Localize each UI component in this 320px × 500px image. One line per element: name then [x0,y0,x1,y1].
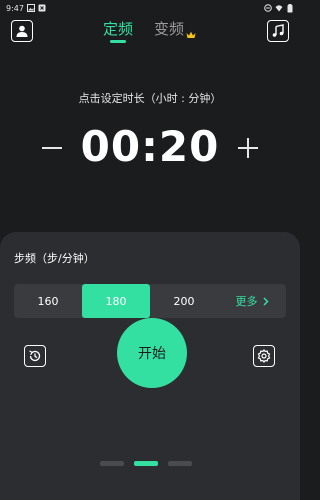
cadence-option-180[interactable]: 180 [82,284,150,318]
more-label: 更多 [235,295,258,308]
increase-button[interactable] [238,138,258,158]
page-dot[interactable] [100,461,124,466]
cadence-option-160[interactable]: 160 [14,284,82,318]
do-not-disturb-icon [264,4,272,12]
tab-fixed-frequency[interactable]: 定频 [103,18,133,39]
cadence-selector: 160 180 200 更多 [14,284,286,318]
battery-icon [286,3,294,12]
start-label: 开始 [138,346,166,362]
cadence-more-button[interactable]: 更多 [218,284,286,318]
crown-icon [186,24,196,38]
wifi-icon [275,4,283,12]
music-note-icon [271,24,285,38]
top-bar: 定频 变频 [0,16,300,46]
page-dot[interactable] [168,461,192,466]
app-notification-icon [38,4,46,12]
chevron-right-icon [262,296,269,306]
music-button[interactable] [267,20,289,42]
timer-row: 00:20 [0,120,300,176]
start-button[interactable]: 开始 [117,318,187,388]
image-notification-icon [26,4,35,12]
timer-hint: 点击设定时长（小时 : 分钟） [78,92,222,105]
page-dot-active[interactable] [134,461,158,466]
history-button[interactable] [24,345,46,367]
cadence-option-200[interactable]: 200 [150,284,218,318]
control-panel: 步频（步/分钟） 160 180 200 更多 开始 [0,232,300,500]
cadence-label: 步频（步/分钟） [14,252,95,265]
status-time: 9:47 [6,3,24,13]
active-tab-indicator [110,40,126,43]
page-indicator [0,461,300,467]
settings-button[interactable] [253,345,275,367]
mode-tabs: 定频 变频 [0,16,300,46]
history-icon [28,349,42,363]
tab-variable-frequency[interactable]: 变频 [154,18,184,39]
status-bar-left: 9:47 [6,4,46,13]
status-bar-right [264,3,294,12]
status-bar: 9:47 [0,0,300,16]
gear-icon [257,349,271,363]
